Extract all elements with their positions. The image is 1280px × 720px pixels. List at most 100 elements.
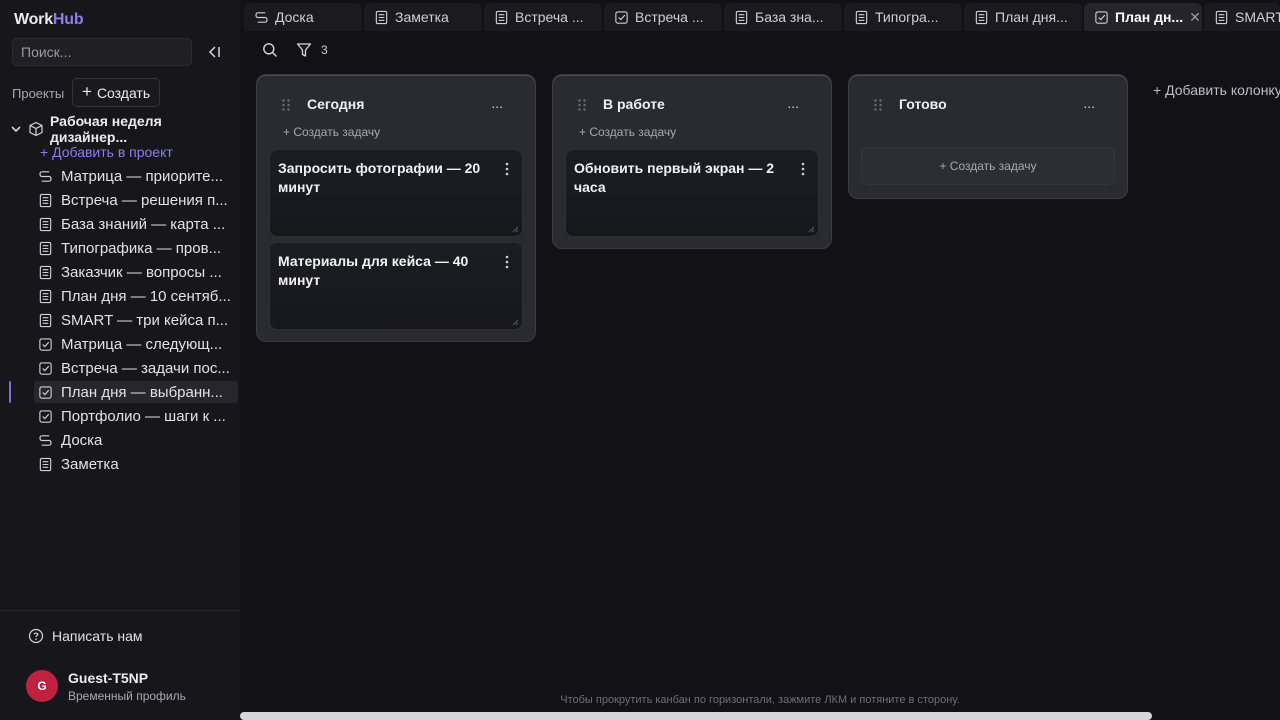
note-icon: [974, 10, 989, 25]
tab[interactable]: План дня...: [964, 3, 1082, 31]
note-icon: [38, 457, 53, 472]
sidebar-item[interactable]: SMART — три кейса п...: [34, 309, 238, 331]
more-vertical-icon[interactable]: [801, 162, 805, 176]
note-icon: [38, 313, 53, 328]
sidebar-item[interactable]: План дня — 10 сентяб...: [34, 285, 238, 307]
sidebar-item-label: Заметка: [61, 455, 119, 473]
task-title: Запросить фотографии — 20 минут: [278, 160, 481, 195]
task-card[interactable]: Запросить фотографии — 20 минут: [269, 149, 523, 237]
sidebar-item-label: План дня — выбранн...: [61, 383, 223, 401]
drag-handle-icon[interactable]: [281, 98, 291, 112]
add-column-button[interactable]: + Добавить колонку: [1153, 82, 1280, 98]
filter-icon[interactable]: [296, 42, 312, 58]
close-tab-icon[interactable]: ✕: [1189, 9, 1201, 26]
sidebar-item[interactable]: Заметка: [34, 453, 238, 475]
sidebar-item[interactable]: Доска: [34, 429, 238, 451]
sidebar-item[interactable]: Матрица — следующ...: [34, 333, 238, 355]
chevron-down-icon[interactable]: [10, 123, 22, 135]
sidebar-item[interactable]: Заказчик — вопросы ...: [34, 261, 238, 283]
resize-handle-icon[interactable]: [807, 225, 815, 233]
more-vertical-icon[interactable]: [505, 162, 509, 176]
tab[interactable]: План дн... ✕: [1084, 3, 1202, 31]
sidebar-item-label: Заказчик — вопросы ...: [61, 263, 222, 281]
sidebar-item-label: Типографика — пров...: [61, 239, 222, 257]
tab-label: Доска: [275, 9, 314, 25]
avatar[interactable]: G: [26, 670, 58, 702]
task-icon: [38, 385, 53, 400]
note-icon: [38, 193, 53, 208]
collapse-sidebar-icon[interactable]: [206, 44, 222, 60]
task-icon: [1094, 10, 1109, 25]
create-task-button[interactable]: + Создать задачу: [579, 125, 676, 139]
more-vertical-icon[interactable]: [505, 255, 509, 269]
sidebar-search-input[interactable]: Поиск...: [12, 38, 192, 66]
active-indicator: [9, 381, 11, 403]
kanban-column: В работе... + Создать задачу Обновить перв…: [552, 74, 832, 249]
column-menu-button[interactable]: ...: [1083, 95, 1095, 111]
task-title: Обновить первый экран — 2 часа: [574, 160, 775, 195]
column-title: Сегодня: [307, 96, 365, 112]
project-name: Рабочая неделя дизайнер...: [50, 113, 162, 145]
task-icon: [614, 10, 629, 25]
horizontal-scrollbar[interactable]: [240, 712, 1152, 720]
sidebar-item-label: Встреча — задачи пос...: [61, 359, 230, 377]
sidebar-item[interactable]: Типографика — пров...: [34, 237, 238, 259]
sidebar-item[interactable]: Матрица — приорите...: [34, 165, 238, 187]
tab[interactable]: Встреча ...: [484, 3, 602, 31]
tab[interactable]: Типогра...: [844, 3, 962, 31]
create-task-button[interactable]: + Создать задачу: [861, 147, 1115, 185]
tab-label: База зна...: [755, 9, 824, 25]
column-menu-button[interactable]: ...: [787, 95, 799, 111]
sidebar-item[interactable]: План дня — выбранн...: [34, 381, 238, 403]
note-icon: [38, 265, 53, 280]
sidebar-item[interactable]: Портфолио — шаги к ...: [34, 405, 238, 427]
board-icon: [254, 10, 269, 25]
resize-handle-icon[interactable]: [511, 318, 519, 326]
tab-label: Встреча ...: [515, 9, 584, 25]
kanban-column: Сегодня... + Создать задачу Запросить фото…: [256, 74, 536, 342]
contact-us-button[interactable]: Написать нам: [28, 628, 143, 644]
sidebar-item-label: Портфолио — шаги к ...: [61, 407, 226, 425]
sidebar-item-label: SMART — три кейса п...: [61, 311, 229, 329]
tab[interactable]: Доска: [244, 3, 362, 31]
help-circle-icon: [28, 628, 44, 644]
search-icon[interactable]: [262, 42, 278, 58]
tab-label: Встреча ...: [635, 9, 704, 25]
resize-handle-icon[interactable]: [511, 225, 519, 233]
task-card[interactable]: Обновить первый экран — 2 часа: [565, 149, 819, 237]
column-title: Готово: [899, 96, 947, 112]
task-card[interactable]: Материалы для кейса — 40 минут: [269, 242, 523, 330]
tab-bar: Доска Заметка Встреча ... Встреча ... База з…: [240, 0, 1280, 34]
note-icon: [854, 10, 869, 25]
drag-handle-icon[interactable]: [577, 98, 587, 112]
tab[interactable]: SMART: [1204, 3, 1280, 31]
task-title: Материалы для кейса — 40 минут: [278, 253, 469, 288]
user-name: Guest-T5NP: [68, 670, 149, 686]
tab-label: План дня...: [995, 9, 1068, 25]
add-to-project-link[interactable]: + Добавить в проект: [40, 144, 173, 160]
create-task-button[interactable]: + Создать задачу: [283, 125, 380, 139]
tab[interactable]: Встреча ...: [604, 3, 722, 31]
task-icon: [38, 409, 53, 424]
tab[interactable]: База зна...: [724, 3, 842, 31]
board-icon: [38, 169, 53, 184]
note-icon: [38, 241, 53, 256]
sidebar-item[interactable]: Встреча — задачи пос...: [34, 357, 238, 379]
note-icon: [374, 10, 389, 25]
drag-handle-icon[interactable]: [873, 98, 883, 112]
tab[interactable]: Заметка: [364, 3, 482, 31]
note-icon: [494, 10, 509, 25]
user-profile-type: Временный профиль: [68, 689, 186, 703]
project-tree-header[interactable]: Рабочая неделя дизайнер...: [10, 113, 238, 145]
sidebar-item-label: Встреча — решения п...: [61, 191, 228, 209]
app-logo[interactable]: WorkHub: [14, 11, 84, 29]
sidebar-divider: [0, 610, 240, 611]
create-project-button[interactable]: + Создать: [72, 78, 160, 107]
sidebar-item[interactable]: Встреча — решения п...: [34, 189, 238, 211]
kanban-column: Готово... + Создать задачу: [848, 74, 1128, 199]
sidebar-item-label: Матрица — следующ...: [61, 335, 223, 353]
sidebar-item[interactable]: База знаний — карта ...: [34, 213, 238, 235]
column-menu-button[interactable]: ...: [491, 95, 503, 111]
sidebar-item-label: Доска: [61, 431, 103, 449]
column-title: В работе: [603, 96, 665, 112]
